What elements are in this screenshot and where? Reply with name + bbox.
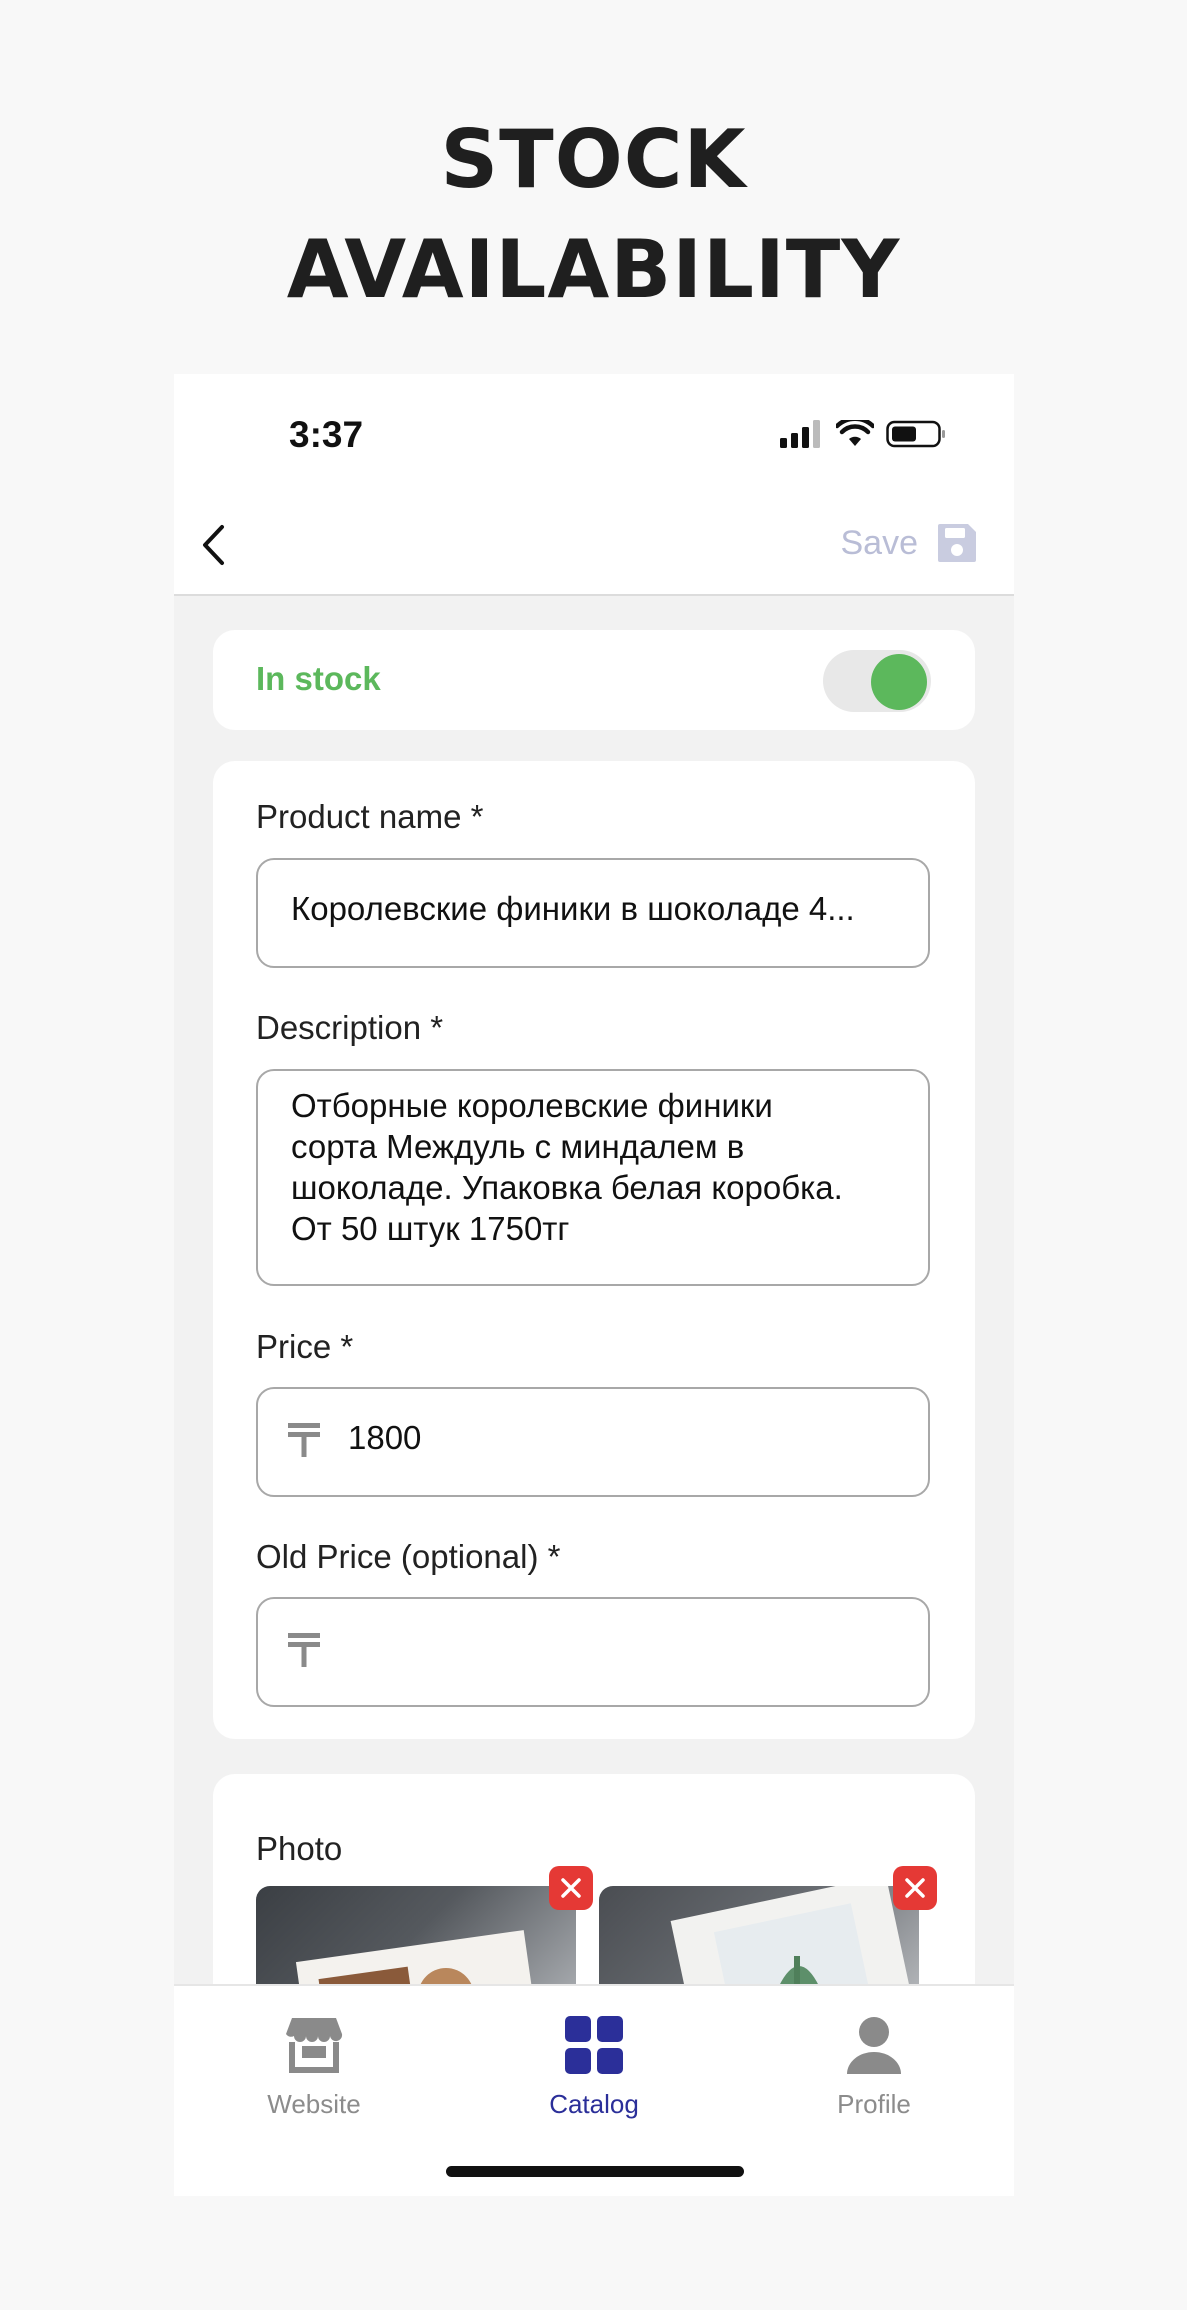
storefront-icon: [286, 2018, 343, 2073]
home-indicator[interactable]: [446, 2166, 744, 2177]
grid-icon: [565, 2016, 623, 2074]
price-value: 1800: [348, 1419, 422, 1456]
phone-screen: 3:37 Save In stock Product name * Короле…: [174, 374, 1014, 2196]
description-label: Description *: [256, 1009, 444, 1046]
bottom-tab-bar: Website Catalog Profile: [174, 1984, 1014, 2196]
product-name-field[interactable]: Королевские финики в шоколаде 4...: [256, 858, 930, 968]
description-line: Отборные королевские финики: [291, 1087, 773, 1124]
product-name-label: Product name *: [256, 798, 484, 835]
status-time: 3:37: [289, 414, 364, 455]
remove-photo-button[interactable]: [893, 1866, 937, 1910]
battery-icon: [886, 420, 945, 448]
tab-website[interactable]: Website: [214, 2016, 414, 2120]
old-price-label: Old Price (optional) *: [256, 1538, 561, 1575]
back-button[interactable]: [188, 520, 238, 570]
tab-label: Profile: [837, 2089, 911, 2119]
close-icon: [905, 1878, 925, 1898]
tenge-icon: [288, 1423, 320, 1457]
toggle-knob: [871, 654, 927, 710]
tenge-icon: [288, 1633, 320, 1667]
top-nav-bar: Save: [174, 494, 1014, 596]
save-button[interactable]: Save: [841, 518, 979, 568]
floppy-disk-icon: [938, 524, 976, 562]
status-icons: [780, 420, 946, 448]
remove-photo-button[interactable]: [549, 1866, 593, 1910]
status-bar: 3:37: [174, 374, 1014, 494]
person-icon: [847, 2017, 901, 2074]
old-price-field[interactable]: [256, 1597, 930, 1707]
in-stock-toggle[interactable]: [823, 650, 931, 712]
close-icon: [561, 1878, 581, 1898]
in-stock-label: In stock: [256, 660, 381, 697]
tab-label: Catalog: [549, 2089, 639, 2119]
cellular-signal-icon: [780, 420, 820, 448]
description-value: Отборные королевские финики сорта Междул…: [291, 1085, 898, 1249]
description-line: От 50 штук 1750тг: [291, 1210, 570, 1247]
description-field[interactable]: Отборные королевские финики сорта Междул…: [256, 1069, 930, 1286]
headline-line-1: STOCK: [440, 113, 747, 206]
price-field[interactable]: 1800: [256, 1387, 930, 1497]
description-line: сорта Междуль с миндалем в: [291, 1128, 745, 1165]
wifi-icon: [836, 420, 874, 446]
product-form-card: Product name * Королевские финики в шоко…: [213, 761, 975, 1739]
tab-profile[interactable]: Profile: [774, 2016, 974, 2120]
product-name-value: Королевские финики в шоколаде 4...: [291, 890, 855, 927]
description-line: шоколаде. Упаковка белая коробка.: [291, 1169, 843, 1206]
stock-availability-card: In stock: [213, 630, 975, 730]
photo-label: Photo: [256, 1830, 343, 1867]
promo-headline: STOCK AVAILABILITY: [0, 105, 1187, 325]
headline-line-2: AVAILABILITY: [286, 223, 901, 316]
save-label: Save: [840, 523, 919, 562]
tab-catalog[interactable]: Catalog: [494, 2016, 694, 2120]
price-label: Price *: [256, 1328, 354, 1365]
chevron-left-icon: [203, 525, 224, 565]
tab-label: Website: [267, 2089, 361, 2119]
